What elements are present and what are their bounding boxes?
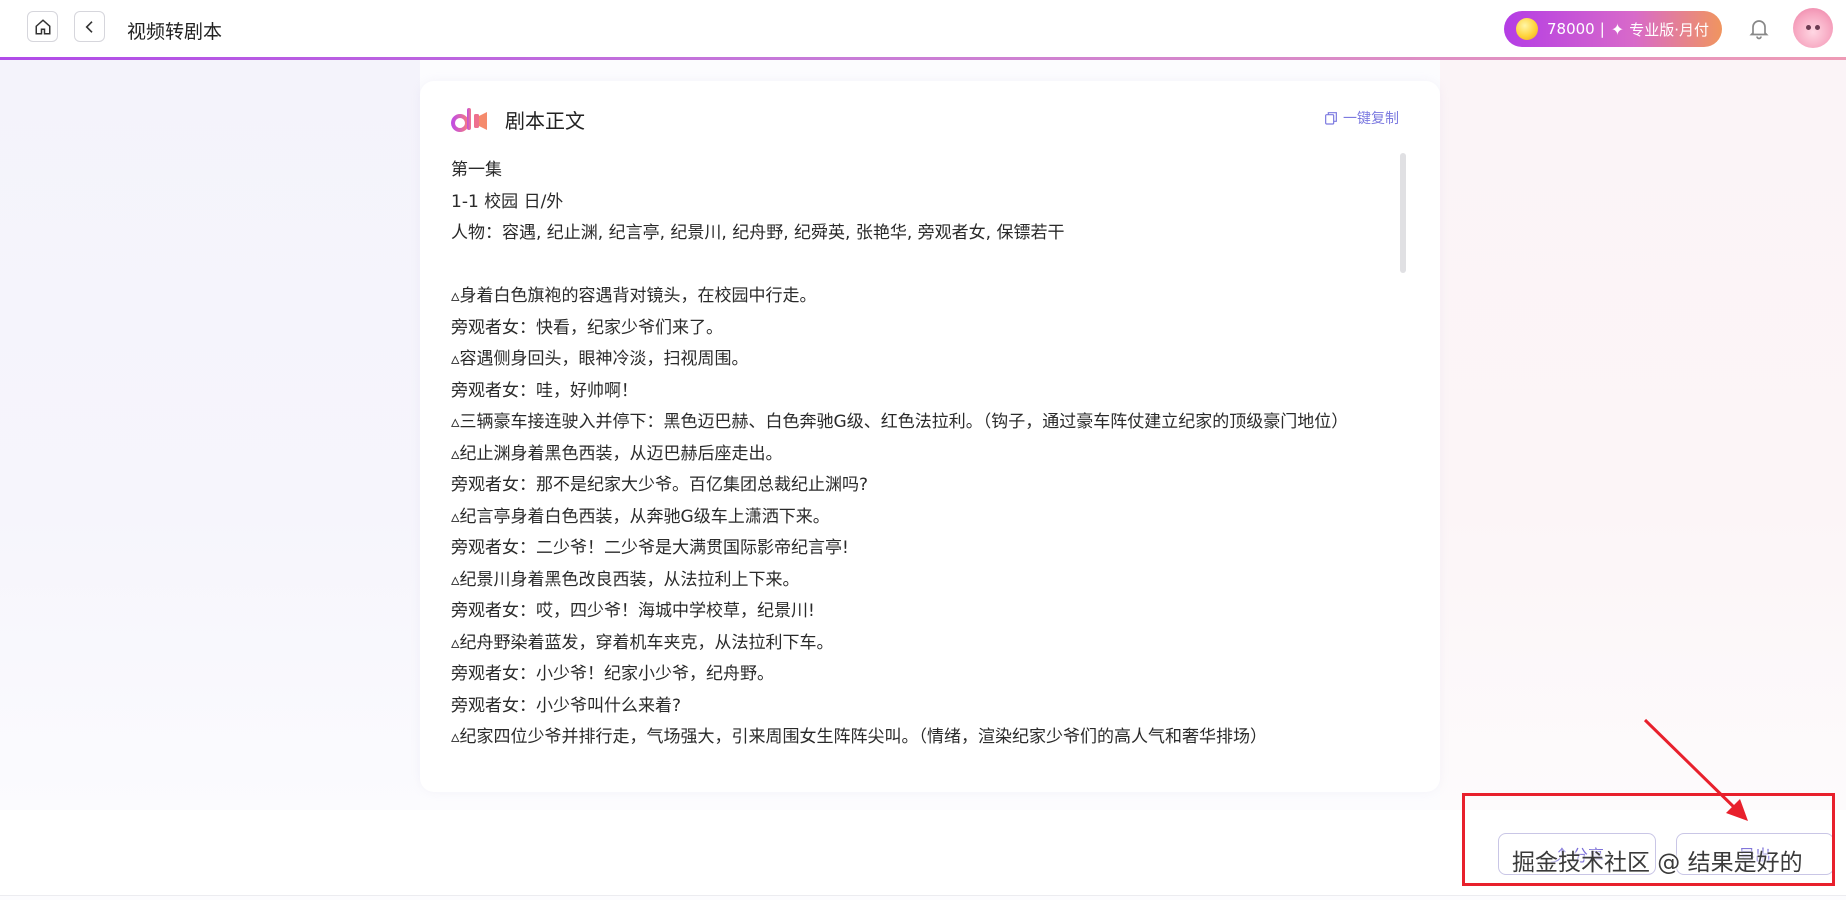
coin-icon <box>1516 18 1538 40</box>
script-line: 第一集 <box>451 160 502 180</box>
script-line: ▵三辆豪车接连驶入并停下：黑色迈巴赫、白色奔驰G级、红色法拉利。（钩子，通过豪车… <box>451 412 1349 432</box>
back-button[interactable] <box>74 11 105 42</box>
app-logo-icon <box>451 107 487 132</box>
script-line: 旁观者女：快看，纪家少爷们来了。 <box>451 317 723 338</box>
avatar[interactable] <box>1793 8 1833 48</box>
background-panel-left <box>0 60 420 810</box>
top-bar: 视频转剧本 78000 | ✦ 专业版·月付 <box>0 0 1846 58</box>
scrollbar[interactable] <box>1400 153 1406 273</box>
chevron-left-icon <box>85 20 93 33</box>
home-icon <box>35 18 50 34</box>
script-card: 剧本正文 一键复制 第一集 1-1 校园 日/外人物：容遇, 纪止渊, 纪言亭, … <box>420 81 1440 792</box>
points-count: 78000 <box>1547 20 1595 38</box>
sparkle-icon: ✦ <box>1610 19 1625 39</box>
bell-icon <box>1749 20 1769 40</box>
home-button[interactable] <box>27 11 58 42</box>
script-line: 人物：容遇, 纪止渊, 纪言亭, 纪景川, 纪舟野, 纪舜英, 张艳华, 旁观者… <box>451 223 1065 243</box>
card-title: 剧本正文 <box>505 109 585 133</box>
script-line: ▵纪家四位少爷并排行走，气场强大，引来周围女生阵阵尖叫。（情绪，渲染纪家少爷们的… <box>451 727 1268 747</box>
script-line: ▵容遇侧身回头，眼神冷淡，扫视周围。 <box>451 349 749 369</box>
script-line: ▵身着白色旗袍的容遇背对镜头，在校园中行走。 <box>451 286 817 306</box>
background-panel-right <box>1440 60 1846 810</box>
script-line: ▵纪舟野染着蓝发，穿着机车夹克，从法拉利下车。 <box>451 632 834 653</box>
script-line: 旁观者女：二少爷！二少爷是大满贯国际影帝纪言亭! <box>451 538 849 558</box>
script-line: ▵纪言亭身着白色西装，从奔驰G级车上潇洒下来。 <box>451 506 830 527</box>
copy-all-button[interactable]: 一键复制 <box>1323 108 1399 128</box>
plan-label: 专业版·月付 <box>1629 20 1709 39</box>
script-line: 1-1 校园 日/外 <box>451 191 564 212</box>
script-line: ▵纪景川身着黑色改良西装，从法拉利上下来。 <box>451 569 800 590</box>
membership-badge[interactable]: 78000 | ✦ 专业版·月付 <box>1504 11 1722 47</box>
script-line: 旁观者女：哇，好帅啊！ <box>451 380 638 401</box>
copy-all-label: 一键复制 <box>1343 111 1399 127</box>
watermark: 掘金技术社区 @ 结果是好的 <box>1512 850 1803 876</box>
script-line: 旁观者女：那不是纪家大少爷。百亿集团总裁纪止渊吗? <box>451 475 869 495</box>
script-line <box>451 250 1401 282</box>
script-content: 第一集 1-1 校园 日/外人物：容遇, 纪止渊, 纪言亭, 纪景川, 纪舟野, … <box>451 155 1401 792</box>
script-line: 旁观者女：小少爷！纪家小少爷，纪舟野。 <box>451 664 774 684</box>
pill-separator: | <box>1599 20 1605 38</box>
copy-icon <box>1325 112 1337 125</box>
card-header: 剧本正文 <box>451 105 585 134</box>
notification-button[interactable] <box>1745 14 1773 42</box>
page-title: 视频转剧本 <box>127 21 223 43</box>
script-line: ▵纪止渊身着黑色西装，从迈巴赫后座走出。 <box>451 443 783 464</box>
script-line: 旁观者女：小少爷叫什么来着? <box>451 695 682 716</box>
script-line: 旁观者女：哎，四少爷！海城中学校草，纪景川! <box>451 601 815 621</box>
